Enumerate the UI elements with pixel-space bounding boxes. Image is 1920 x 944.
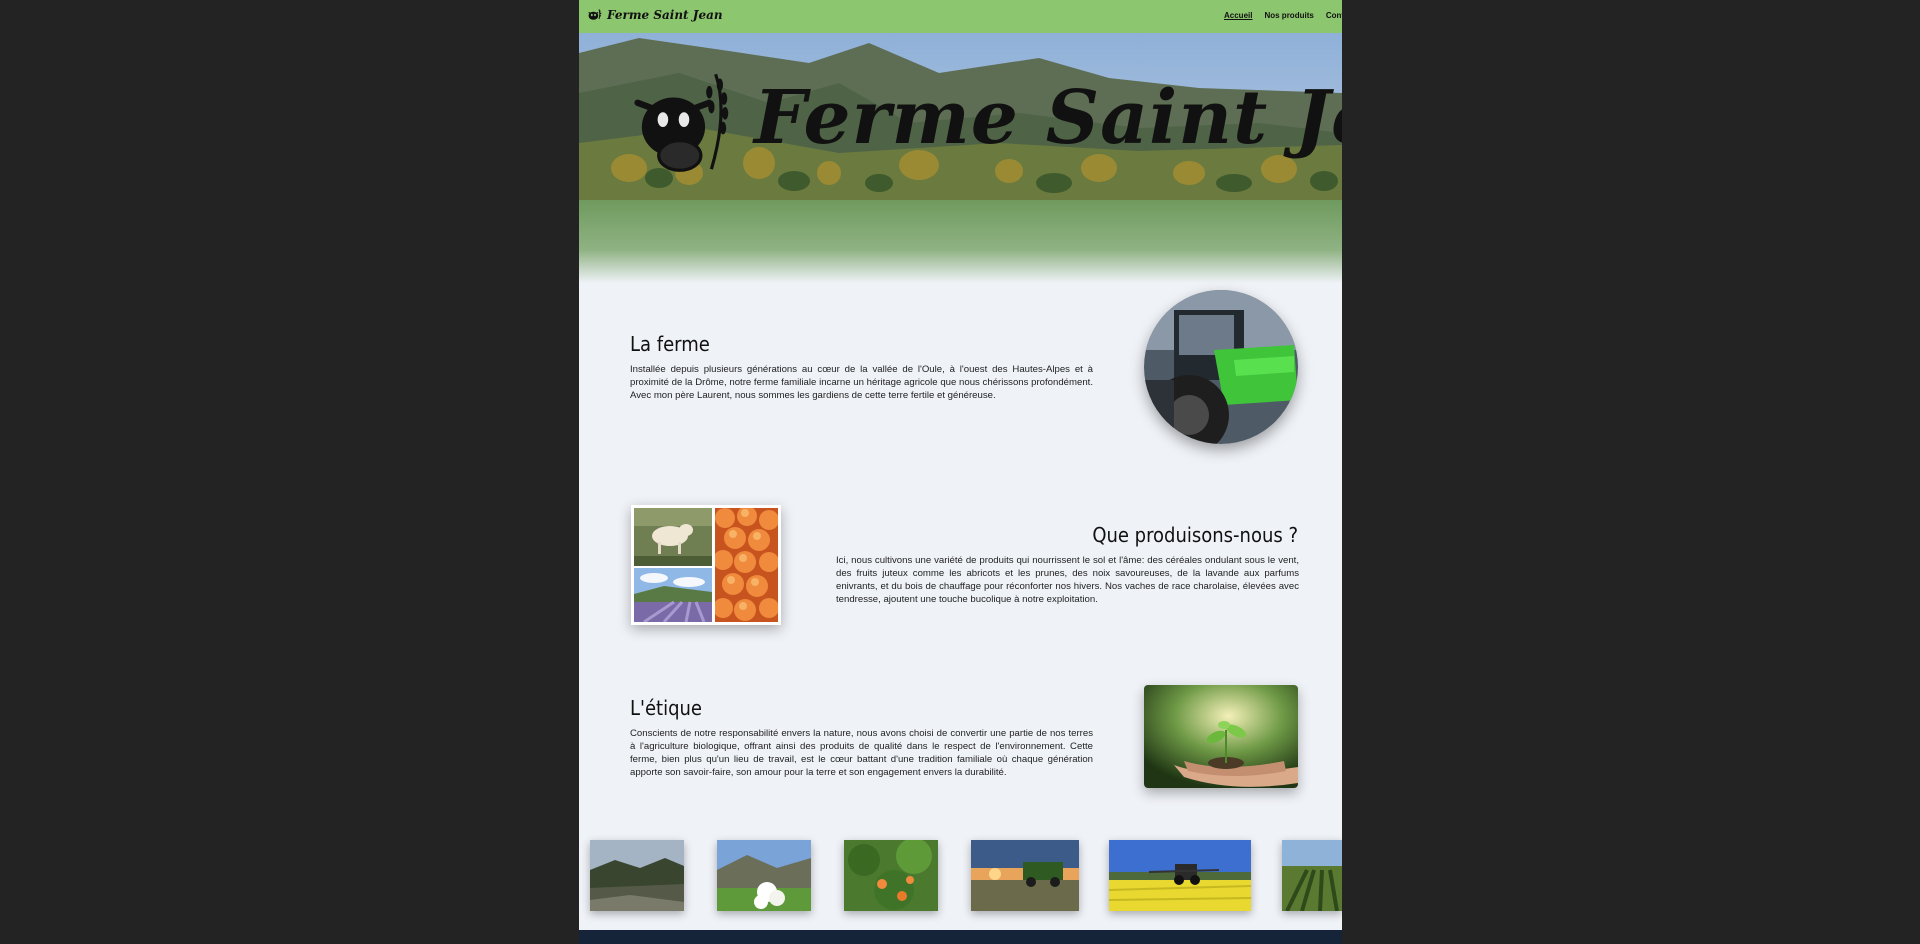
tractor-image: [1144, 290, 1298, 444]
gallery-image-mountains[interactable]: [590, 840, 684, 911]
section-text-l-etique: Conscients de notre responsabilité enver…: [630, 728, 1093, 778]
section-title-que-produisons-nous: Que produisons-nous ?: [1092, 523, 1298, 547]
section-title-l-etique: L'étique: [630, 696, 702, 720]
gallery-image-sunset-harvest[interactable]: [971, 840, 1079, 911]
section-title-la-ferme: La ferme: [630, 332, 710, 356]
lavender-image: [634, 568, 712, 622]
section-text-que-produisons-nous: Ici, nous cultivons une variété de produ…: [836, 555, 1299, 605]
section-text-la-ferme: Installée depuis plusieurs générations a…: [630, 364, 1093, 401]
brand[interactable]: Ferme Saint Jean: [587, 7, 723, 23]
hero-banner: Ferme Saint Jean: [579, 33, 1342, 283]
nav-link-nos-produits[interactable]: Nos produits: [1264, 11, 1313, 20]
gallery-image-blossom[interactable]: [717, 840, 811, 911]
photo-gallery: [579, 840, 1342, 912]
page: Ferme Saint Jean Accueil Nos produits Co…: [579, 0, 1342, 944]
gallery-image-orchard-rows[interactable]: [1282, 840, 1342, 911]
hero-title: Ferme Saint Jean: [754, 75, 1342, 161]
brand-name: Ferme Saint Jean: [607, 8, 723, 22]
products-collage: [631, 505, 781, 625]
seedling-hands-image: [1144, 685, 1298, 788]
gallery-image-apricot-tree[interactable]: [844, 840, 938, 911]
nav-link-contact[interactable]: Contact: [1326, 11, 1342, 20]
nav-links: Accueil Nos produits Contact: [1224, 11, 1342, 20]
navbar: Ferme Saint Jean Accueil Nos produits Co…: [579, 0, 1342, 33]
cow-logo-icon: [588, 9, 602, 20]
cow-image: [634, 508, 712, 566]
gallery-image-rapeseed-tractor[interactable]: [1109, 840, 1251, 911]
footer: [579, 930, 1342, 944]
apricots-image: [715, 508, 778, 622]
nav-link-accueil[interactable]: Accueil: [1224, 11, 1252, 20]
cow-wheat-logo-icon: [634, 73, 729, 172]
